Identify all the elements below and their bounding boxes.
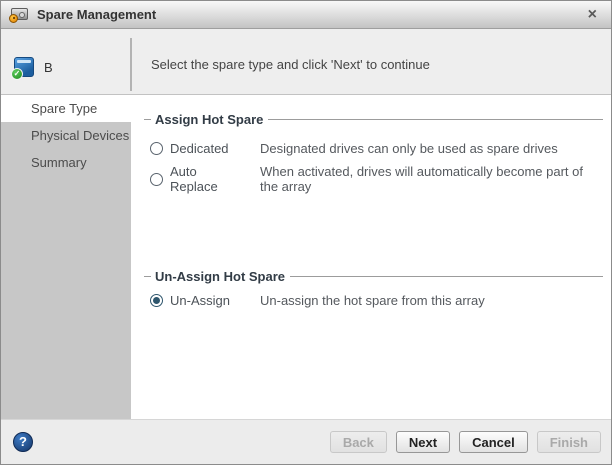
header-divider [130,38,132,91]
cancel-button[interactable]: Cancel [459,431,528,453]
wizard-header: ✓ B Select the spare type and click 'Nex… [1,29,611,95]
device-name: B [44,59,53,75]
sidebar-item-summary[interactable]: Summary [1,149,131,176]
sidebar-item-spare-type[interactable]: Spare Type [1,95,131,122]
un-assign-radio[interactable] [150,294,163,307]
help-icon[interactable]: ? [13,432,33,452]
device-summary: ✓ B [11,57,53,80]
spare-type-panel: Assign Hot Spare Dedicated Designated dr… [131,95,611,419]
assign-hot-spare-legend: Assign Hot Spare [144,112,603,127]
titlebar: Spare Management × [1,1,611,29]
spare-badge-icon [9,13,18,23]
footer-buttons: Back Next Cancel Finish [321,431,601,453]
unassign-hot-spare-legend: Un-Assign Hot Spare [144,269,603,284]
un-assign-label[interactable]: Un-Assign [170,293,241,308]
dedicated-label[interactable]: Dedicated [170,141,241,156]
back-button: Back [329,431,387,453]
option-un-assign[interactable]: Un-Assign Un-assign the hot spare from t… [150,293,601,308]
spare-management-icon [9,7,28,23]
un-assign-description: Un-assign the hot spare from this array [260,293,485,308]
window-title: Spare Management [37,7,157,22]
next-button[interactable]: Next [395,431,451,453]
dedicated-description: Designated drives can only be used as sp… [260,141,558,156]
dialog-footer: ? Back Next Cancel Finish [1,419,611,464]
auto-replace-label[interactable]: Auto Replace [170,164,241,194]
wizard-body: Spare Type Physical Devices Summary Assi… [1,95,611,419]
auto-replace-radio[interactable] [150,172,163,186]
sidebar-item-physical-devices[interactable]: Physical Devices [1,122,131,149]
option-dedicated[interactable]: Dedicated Designated drives can only be … [150,141,601,156]
wizard-steps-sidebar: Spare Type Physical Devices Summary [1,95,131,419]
auto-replace-description: When activated, drives will automaticall… [260,164,583,194]
status-check-icon: ✓ [11,68,23,80]
wizard-instruction: Select the spare type and click 'Next' t… [151,57,430,72]
close-icon[interactable]: × [584,6,601,23]
dedicated-radio[interactable] [150,142,163,155]
option-auto-replace[interactable]: Auto Replace When activated, drives will… [150,164,601,194]
finish-button: Finish [536,431,601,453]
array-icon: ✓ [11,57,34,80]
spare-management-dialog: Spare Management × ✓ B Select the spare … [0,0,612,465]
